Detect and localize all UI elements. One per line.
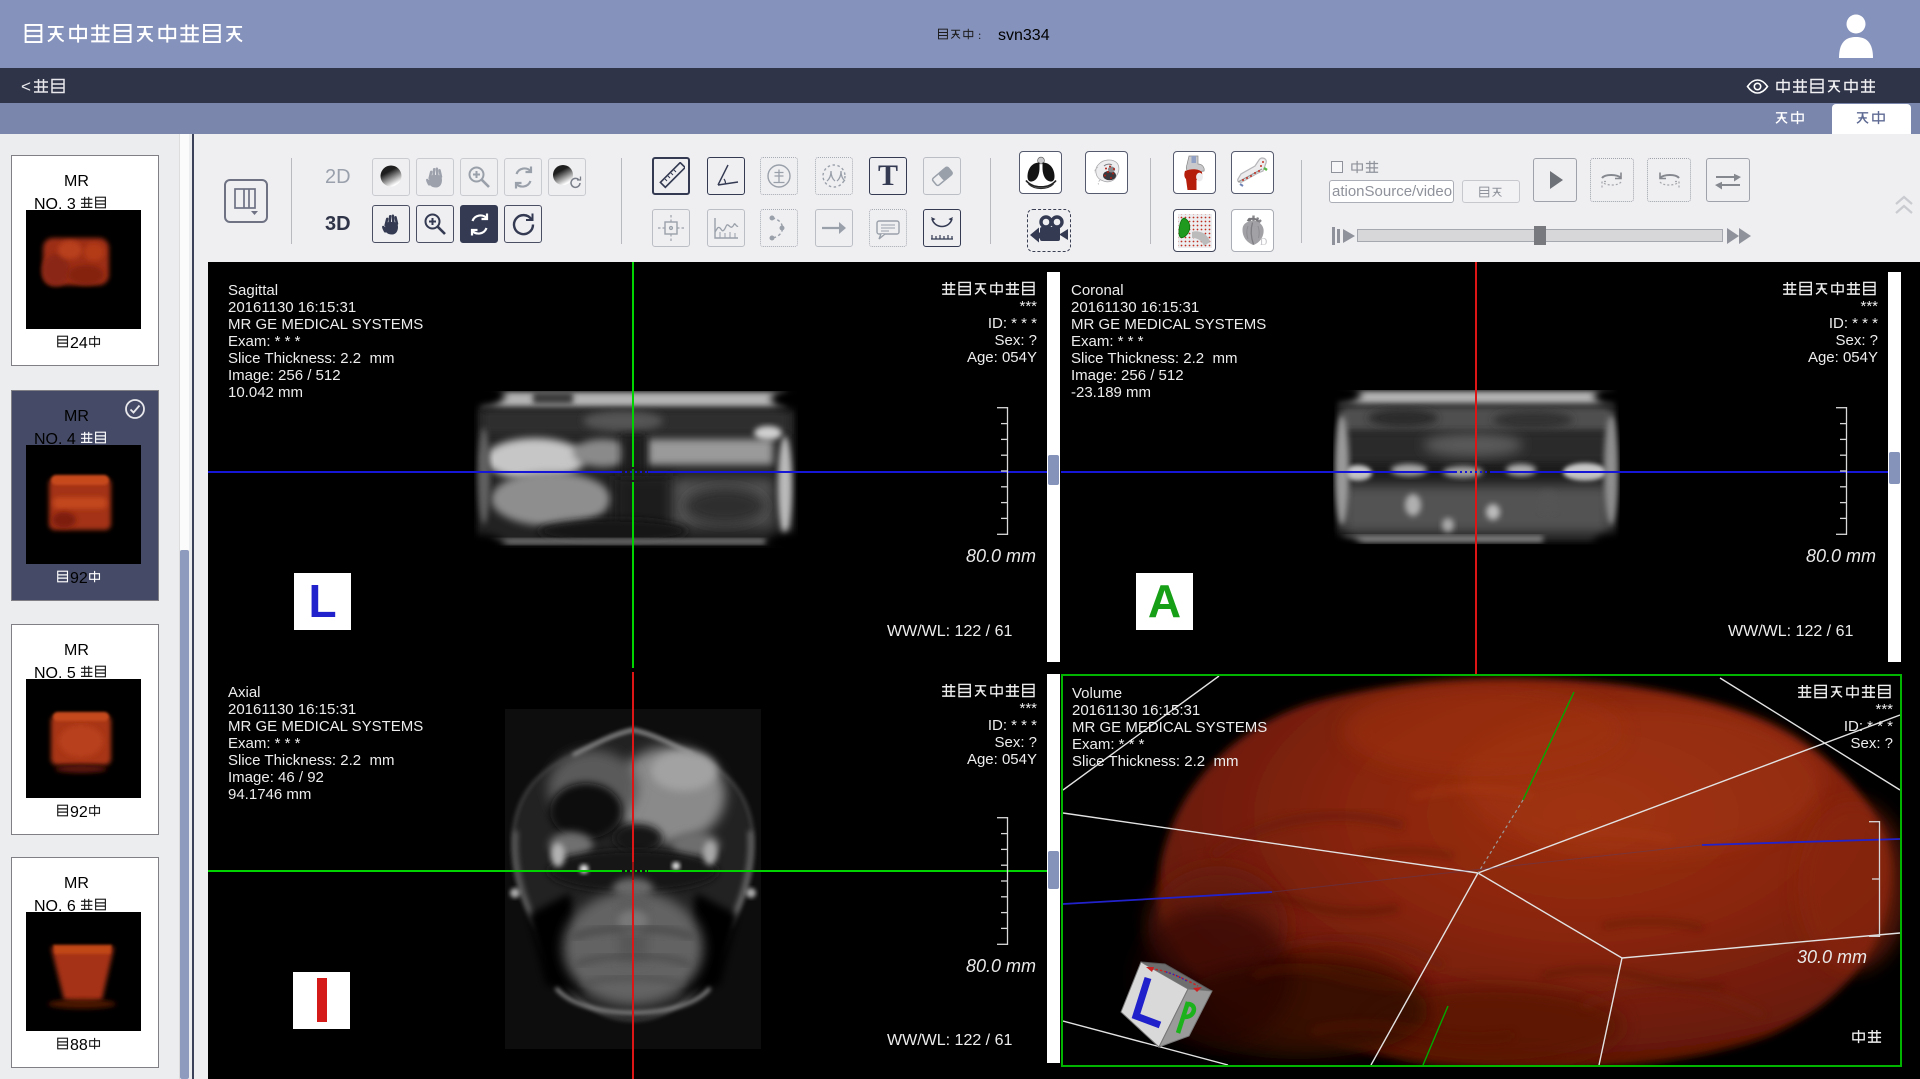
- svg-text:D: D: [1260, 237, 1267, 248]
